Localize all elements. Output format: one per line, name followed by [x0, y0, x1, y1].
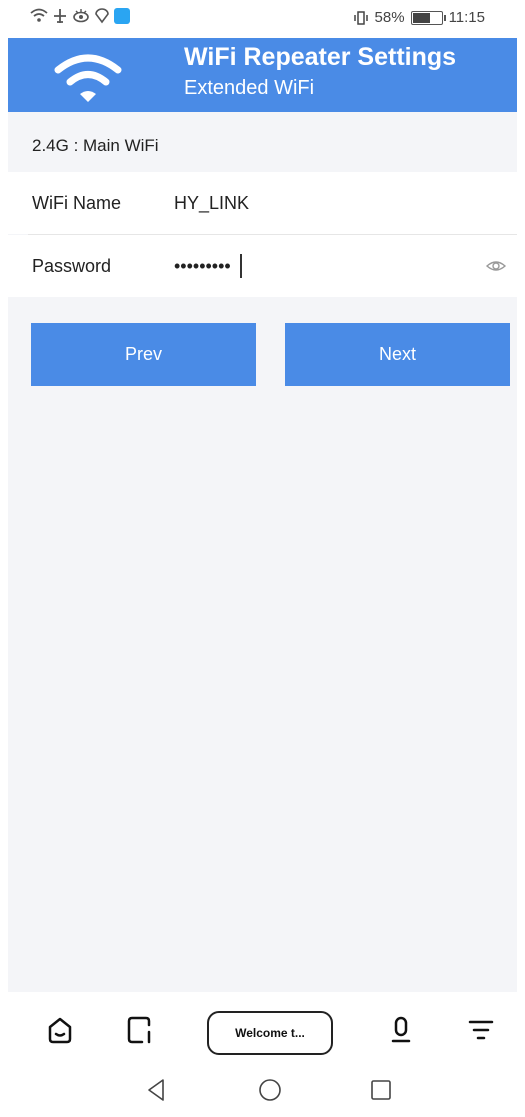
app-notification-icon	[114, 8, 130, 24]
page-title: WiFi Repeater Settings	[184, 43, 457, 71]
eye-icon	[73, 9, 89, 23]
password-row[interactable]: Password •••••••••	[8, 235, 517, 297]
battery-fill	[412, 12, 430, 23]
app-header: WiFi Repeater Settings Extended WiFi	[8, 38, 517, 112]
settings-content: 2.4G : Main WiFi WiFi Name HY_LINK Passw…	[8, 112, 517, 992]
home-icon[interactable]	[45, 1015, 75, 1045]
next-button[interactable]: Next	[285, 323, 510, 386]
battery-icon	[410, 10, 446, 25]
section-title: 2.4G : Main WiFi	[32, 136, 159, 155]
address-bar[interactable]: Welcome t...	[207, 1011, 333, 1055]
mic-icon[interactable]	[386, 1015, 416, 1045]
page-subtitle: Extended WiFi	[184, 77, 315, 99]
status-bar: 58% 11:15	[0, 0, 525, 38]
recent-apps-icon[interactable]	[368, 1077, 394, 1103]
wifi-name-label: WiFi Name	[32, 193, 121, 213]
password-label: Password	[32, 256, 112, 276]
wifi-icon	[30, 8, 48, 22]
location-icon	[95, 8, 109, 24]
home-circle-icon[interactable]	[257, 1077, 283, 1103]
status-icons-left	[30, 8, 130, 24]
menu-icon[interactable]	[466, 1015, 496, 1045]
wifi-name-value[interactable]: HY_LINK	[174, 172, 249, 234]
text-cursor	[240, 254, 242, 278]
battery-percent: 58%	[374, 9, 405, 26]
vibrate-icon	[353, 10, 368, 25]
clock: 11:15	[448, 9, 485, 26]
airplane-icon	[54, 9, 66, 23]
password-field-wrap[interactable]: •••••••••	[174, 235, 242, 297]
eye-icon[interactable]	[485, 255, 507, 277]
wifi-name-row[interactable]: WiFi Name HY_LINK	[8, 172, 517, 234]
password-field[interactable]: •••••••••	[174, 256, 238, 277]
system-nav-bar	[0, 1067, 525, 1117]
tabs-icon[interactable]	[125, 1015, 155, 1045]
status-icons-right: 58% 11:15	[353, 9, 485, 26]
wifi-icon	[54, 54, 122, 102]
back-icon[interactable]	[143, 1077, 169, 1103]
browser-toolbar: Welcome t...	[0, 992, 525, 1067]
prev-button[interactable]: Prev	[31, 323, 256, 386]
